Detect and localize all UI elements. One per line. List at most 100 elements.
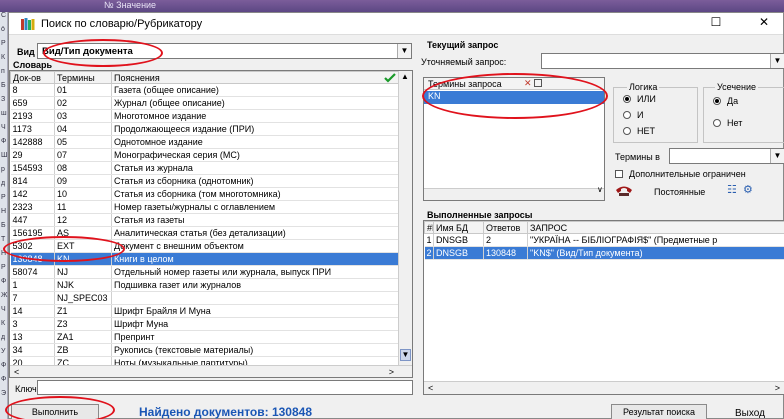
exit-button[interactable]: Выход xyxy=(735,408,765,419)
scroll-up-icon[interactable]: ▲ xyxy=(401,72,409,81)
cell-count: 58074 xyxy=(10,265,55,279)
dictionary-search-window: Поиск по словарю/Рубрикатору ☐ ✕ Вид Вид… xyxy=(3,12,784,419)
list-icon[interactable]: ☷ xyxy=(727,183,737,196)
cell-desc xyxy=(111,291,401,305)
column-header-number[interactable]: #N xyxy=(424,221,434,234)
cell-count: 154593 xyxy=(10,161,55,175)
window-icon[interactable] xyxy=(534,79,542,87)
logic-or-radio[interactable] xyxy=(623,95,631,103)
vid-select[interactable]: Вид/Тип документа ▼ xyxy=(37,43,412,59)
query-term-item[interactable]: KN xyxy=(424,91,604,104)
cell-desc: Статья из сборника (том многотомника) xyxy=(111,187,401,201)
cell-desc: Книги в целом xyxy=(111,252,401,266)
cell-count: 130848 xyxy=(10,252,55,266)
extra-restrictions-checkbox[interactable] xyxy=(615,170,623,178)
table-row[interactable]: 29 07 Монографическая серия (МС) xyxy=(10,148,401,162)
chevron-down-icon[interactable]: ▼ xyxy=(397,44,411,58)
truncation-yes-radio[interactable] xyxy=(713,97,721,105)
key-input[interactable] xyxy=(37,380,413,395)
run-button[interactable]: Выполнить xyxy=(11,404,99,419)
cell-term: NJK xyxy=(54,278,112,292)
checkmark-icon[interactable] xyxy=(384,73,396,83)
scroll-left-icon[interactable]: < xyxy=(428,383,433,393)
truncation-group xyxy=(703,87,784,143)
phone-icon[interactable] xyxy=(615,185,633,197)
table-row[interactable]: 34 ZB Рукопись (текстовые материалы) xyxy=(10,343,401,357)
column-header-answers[interactable]: Ответов xyxy=(483,221,528,234)
refine-query-select[interactable]: ▼ xyxy=(541,53,784,69)
vid-select-value: Вид/Тип документа xyxy=(42,46,133,57)
table-row[interactable]: 1 NJK Подшивка газет или журналов xyxy=(10,278,401,292)
delete-term-icon[interactable]: ✕ xyxy=(524,78,532,89)
scroll-down-icon[interactable]: ▼ xyxy=(400,349,411,361)
table-row[interactable]: 154593 08 Статья из журнала xyxy=(10,161,401,175)
table-row[interactable]: 1173 04 Продолжающееся издание (ПРИ) xyxy=(10,122,401,136)
cell-desc: Монографическая серия (МС) xyxy=(111,148,401,162)
cell-term: 12 xyxy=(54,213,112,227)
settings-icon[interactable]: ⚙ xyxy=(743,183,753,196)
terms-in-select[interactable]: ▼ xyxy=(669,148,784,164)
extra-restrictions-label: Дополнительные ограничен xyxy=(629,169,746,179)
close-button[interactable]: ✕ xyxy=(749,15,779,29)
column-header-db-name[interactable]: Имя БД xyxy=(433,221,484,234)
done-query-row[interactable]: 2 DNSGB 130848 "KN$" (Вид/Тип документа) xyxy=(424,246,784,260)
logic-and-radio[interactable] xyxy=(623,111,631,119)
table-row[interactable]: 156195 AS Аналитическая статья (без детали… xyxy=(10,226,401,240)
cell-desc: Препринт xyxy=(111,330,401,344)
table-row[interactable]: 142888 05 Однотомное издание xyxy=(10,135,401,149)
done-queries-horizontal-scrollbar[interactable]: < > xyxy=(424,381,784,394)
table-row[interactable]: 659 02 Журнал (общее описание) xyxy=(10,96,401,110)
table-row[interactable]: 58074 NJ Отдельный номер газеты или журнал… xyxy=(10,265,401,279)
table-row[interactable]: 13 ZA1 Препринт xyxy=(10,330,401,344)
table-row[interactable]: 5302 EXT Документ с внешним объектом xyxy=(10,239,401,253)
done-query-row[interactable]: 1 DNSGB 2 "УКРАЇНА -- БІБЛІОГРАФІЯ$" (Предм… xyxy=(424,233,784,247)
table-row[interactable]: 142 10 Статья из сборника (том многотомник… xyxy=(10,187,401,201)
cell-count: 1 xyxy=(10,278,55,292)
scroll-right-icon[interactable]: > xyxy=(775,383,780,393)
dictionary-table-panel: Док-ов Термины Пояснения 8 01 Газета (обще… xyxy=(9,70,413,378)
table-row[interactable]: 14 Z1 Шрифт Брайля И Муна xyxy=(10,304,401,318)
scroll-left-icon[interactable]: < xyxy=(14,367,19,377)
truncation-no-radio[interactable] xyxy=(713,119,721,127)
cell-count: 34 xyxy=(10,343,55,357)
permanent-label: Постоянные xyxy=(654,187,706,197)
chevron-down-icon[interactable]: ▼ xyxy=(770,149,784,163)
table-row[interactable]: 7 NJ_SPEC03 xyxy=(10,291,401,305)
search-result-button[interactable]: Результат поиска xyxy=(611,404,707,419)
background-app-edge: СӧРКпБЗшЧФШрдРНБТНРФЖЧКдУФФЭ xyxy=(0,12,8,419)
query-terms-scrollbar[interactable] xyxy=(424,188,604,200)
table-row[interactable]: 3 Z3 Шрифт Муна xyxy=(10,317,401,331)
column-header-query[interactable]: ЗАПРОС ☎ xyxy=(527,221,784,234)
cell-desc: Шрифт Муна xyxy=(111,317,401,331)
cell-term: NJ_SPEC03 xyxy=(54,291,112,305)
truncation-yes-label: Да xyxy=(727,96,739,106)
chevron-down-icon[interactable]: ∨ xyxy=(597,185,603,194)
cell-desc: Шрифт Брайля И Муна xyxy=(111,304,401,318)
chevron-down-icon[interactable]: ▼ xyxy=(770,54,784,68)
cell-count: 142888 xyxy=(10,135,55,149)
cell-desc: Газета (общее описание) xyxy=(111,83,401,97)
table-row[interactable]: 2193 03 Многотомное издание xyxy=(10,109,401,123)
cell-desc: Подшивка газет или журналов xyxy=(111,278,401,292)
dictionary-horizontal-scrollbar[interactable]: < > xyxy=(10,365,412,377)
table-row[interactable]: 8 01 Газета (общее описание) xyxy=(10,83,401,97)
table-row[interactable]: 814 09 Статья из сборника (однотомник) xyxy=(10,174,401,188)
logic-or-label: ИЛИ xyxy=(637,94,656,104)
scroll-right-icon[interactable]: > xyxy=(389,367,394,377)
logic-not-radio[interactable] xyxy=(623,127,631,135)
cell-term: KN xyxy=(54,252,112,266)
cell-count: 5302 xyxy=(10,239,55,253)
terms-in-label: Термины в xyxy=(615,152,660,162)
cell-desc: Статья из газеты xyxy=(111,213,401,227)
dictionary-vertical-scrollbar[interactable]: ▲ ▼ xyxy=(398,71,412,365)
column-header-terms[interactable]: Термины xyxy=(54,71,112,84)
logic-label: Логика xyxy=(627,82,660,92)
table-row[interactable]: 2323 11 Номер газеты/журналы с оглавлением xyxy=(10,200,401,214)
cell-count: 1173 xyxy=(10,122,55,136)
column-header-count[interactable]: Док-ов xyxy=(10,71,55,84)
maximize-button[interactable]: ☐ xyxy=(701,15,731,29)
cell-count: 142 xyxy=(10,187,55,201)
column-header-desc[interactable]: Пояснения xyxy=(111,71,401,84)
table-row[interactable]: 447 12 Статья из газеты xyxy=(10,213,401,227)
table-row[interactable]: 130848 KN Книги в целом xyxy=(10,252,401,266)
